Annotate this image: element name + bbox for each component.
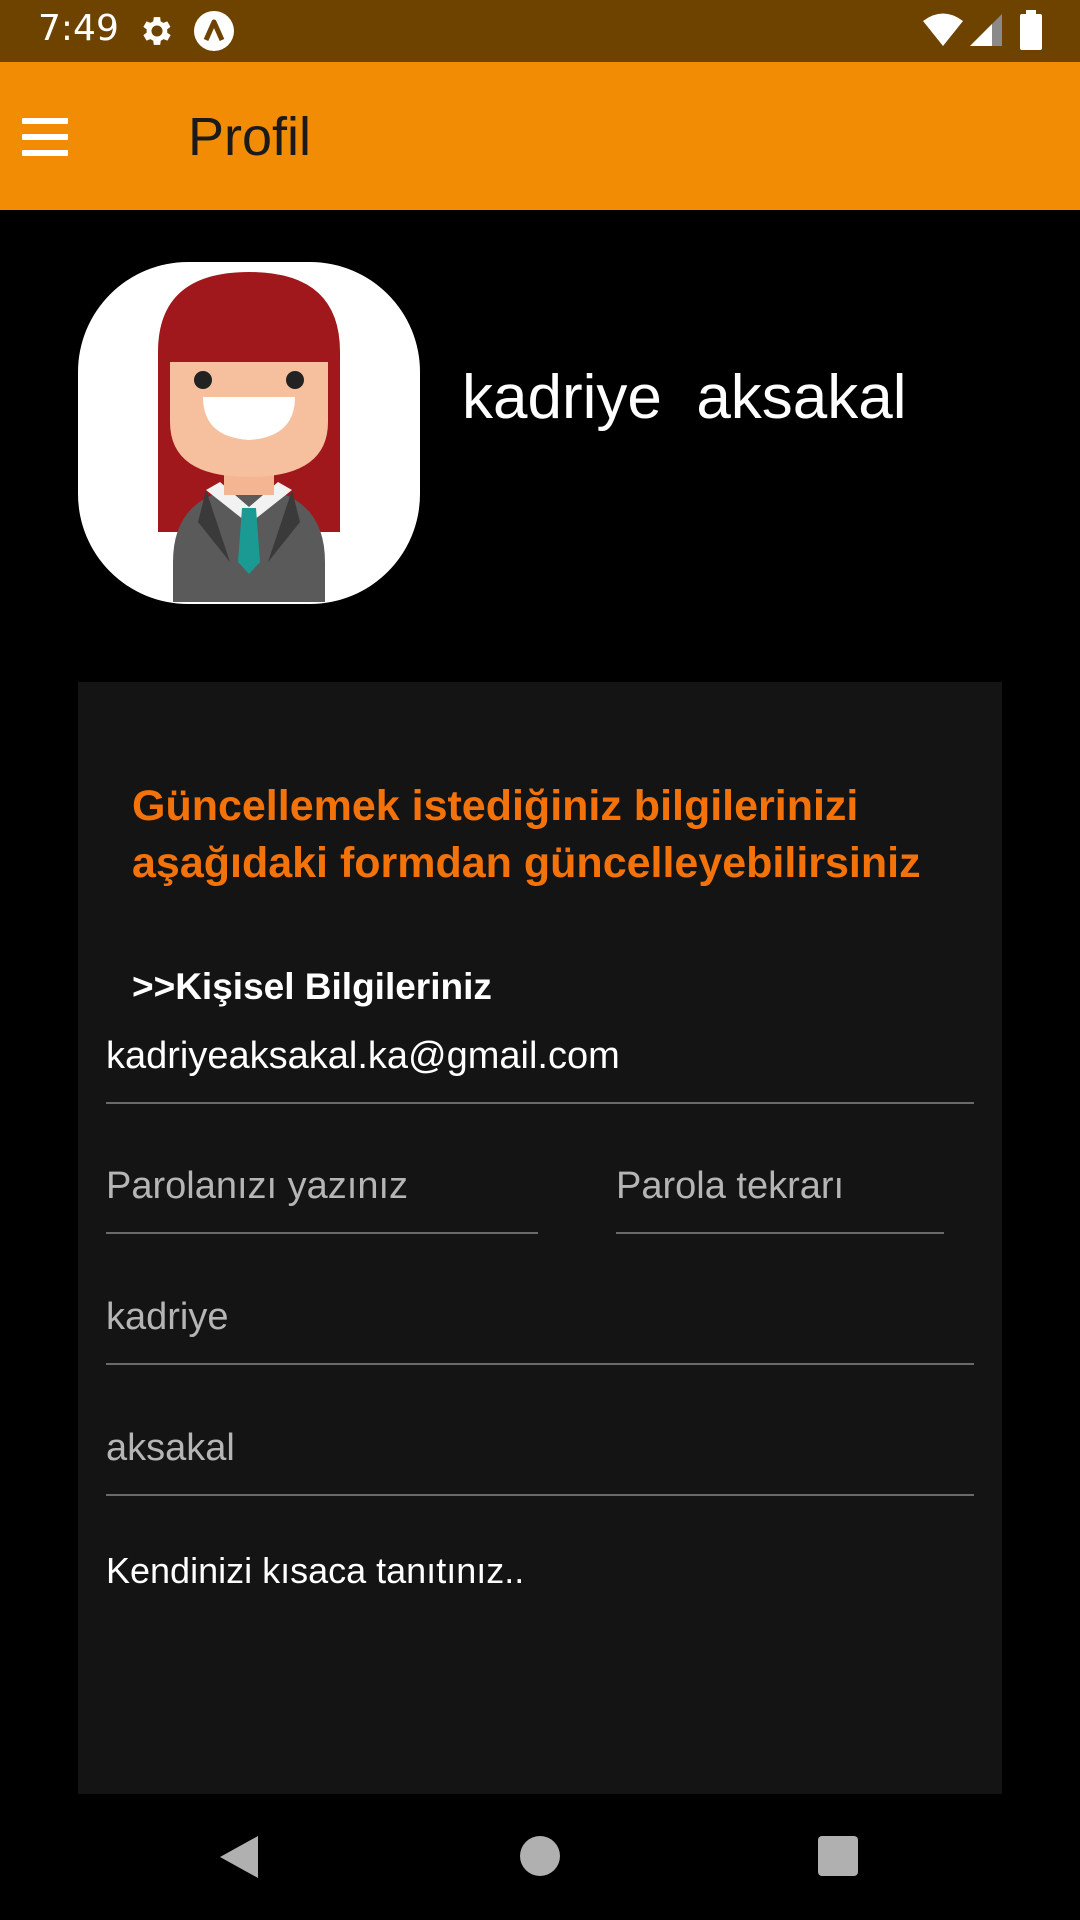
last-name-field[interactable]: aksakal xyxy=(106,1424,974,1496)
page-title: Profil xyxy=(188,107,312,167)
email-field[interactable]: kadriyeaksakal.ka@gmail.com xyxy=(106,1032,974,1104)
home-icon[interactable] xyxy=(520,1836,560,1876)
navigation-bar xyxy=(0,1794,1080,1920)
menu-icon[interactable] xyxy=(22,118,68,156)
recents-icon[interactable] xyxy=(818,1836,858,1876)
app-bar: Profil xyxy=(0,62,1080,210)
profile-name: kadriye aksakal xyxy=(462,363,907,432)
section-title: >>Kişisel Bilgileriniz xyxy=(132,966,492,1007)
form-heading: Güncellemek istediğiniz bilgilerinizi aş… xyxy=(132,782,921,887)
profile-form-card: Güncellemek istediğiniz bilgilerinizi aş… xyxy=(78,682,1002,1794)
wifi-icon xyxy=(923,13,963,46)
password-placeholder: Parolanızı yazınız xyxy=(106,1165,409,1207)
password-repeat-field[interactable]: Parola tekrarı xyxy=(616,1162,944,1234)
app-a-icon xyxy=(194,11,234,51)
gear-icon xyxy=(143,17,171,45)
back-icon[interactable] xyxy=(218,1834,260,1880)
battery-icon xyxy=(1020,10,1042,50)
email-value: kadriyeaksakal.ka@gmail.com xyxy=(106,1035,620,1077)
bio-textarea[interactable]: Kendinizi kısaca tanıtınız.. xyxy=(106,1550,524,1592)
signal-icon xyxy=(970,14,1002,46)
avatar xyxy=(78,262,420,604)
password-field[interactable]: Parolanızı yazınız xyxy=(106,1162,538,1234)
first-name-value: kadriye xyxy=(106,1296,229,1338)
password-repeat-placeholder: Parola tekrarı xyxy=(616,1165,845,1207)
status-bar: 7:49 xyxy=(0,0,1080,62)
first-name-field[interactable]: kadriye xyxy=(106,1293,974,1365)
avatar-illustration xyxy=(158,272,340,602)
status-time: 7:49 xyxy=(38,8,119,49)
last-name-value: aksakal xyxy=(106,1427,235,1469)
